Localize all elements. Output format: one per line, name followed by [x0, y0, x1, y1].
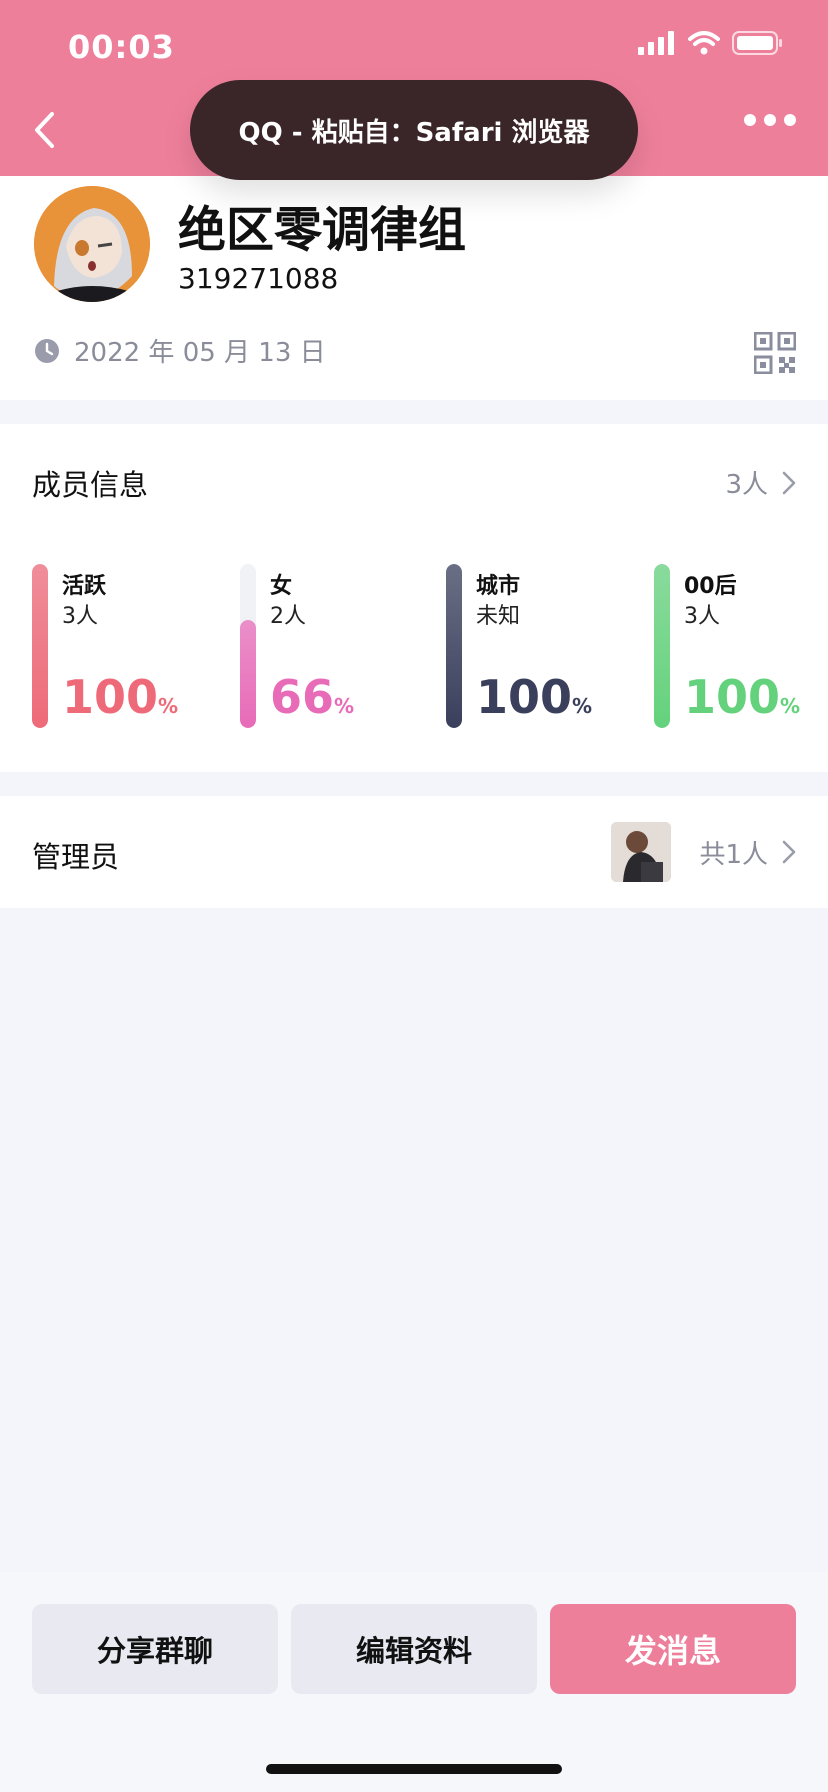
bottom-action-bar: 分享群聊 编辑资料 发消息	[0, 1572, 828, 1792]
member-info-card[interactable]: 成员信息 3人 活跃 3人 100% 女 2人 66% 城市 未知 100% 0…	[0, 424, 828, 772]
group-avatar[interactable]	[34, 186, 150, 302]
chevron-right-icon	[782, 471, 796, 494]
signal-icon	[638, 31, 674, 55]
chevron-left-icon	[35, 112, 54, 148]
stat-sub: 3人	[684, 604, 720, 629]
stat-label: 活跃	[62, 574, 107, 599]
wifi-icon	[688, 31, 720, 55]
stat-bar	[654, 564, 670, 728]
more-dot-icon	[764, 114, 776, 126]
stat-sub: 3人	[62, 604, 98, 629]
stat-bar-fill	[240, 619, 256, 728]
stat-label: 00后	[684, 574, 737, 599]
battery-icon	[732, 31, 782, 55]
stat-bar	[32, 564, 48, 728]
stat-active: 活跃 3人 100%	[32, 564, 212, 728]
status-time: 00:03	[68, 28, 175, 66]
stat-bar	[240, 564, 256, 728]
stat-female: 女 2人 66%	[240, 564, 420, 728]
group-id: 319271088	[178, 262, 339, 295]
stat-bar-fill	[446, 564, 462, 728]
more-dot-icon	[744, 114, 756, 126]
clock-icon	[35, 338, 59, 363]
qr-code-button[interactable]	[753, 331, 797, 378]
share-group-button[interactable]: 分享群聊	[32, 1604, 278, 1694]
stat-city: 城市 未知 100%	[446, 564, 626, 728]
back-button[interactable]	[32, 110, 56, 154]
created-date: 2022 年 05 月 13 日	[74, 338, 326, 368]
status-icons	[638, 30, 784, 56]
stat-label: 女	[270, 574, 293, 599]
group-profile-card: 绝区零调律组 319271088 2022 年 05 月 13 日	[0, 176, 828, 400]
qr-code-icon	[753, 331, 797, 375]
admin-avatar	[611, 822, 672, 882]
stat-percent: 100%	[684, 670, 801, 724]
chevron-right-icon	[782, 840, 796, 864]
stat-sub: 未知	[476, 604, 521, 629]
admin-avatar-illustration	[611, 822, 672, 882]
stat-bar	[446, 564, 462, 728]
stat-sub: 2人	[270, 604, 306, 629]
admin-title: 管理员	[32, 840, 120, 874]
edit-profile-button[interactable]: 编辑资料	[291, 1604, 537, 1694]
home-indicator	[266, 1764, 562, 1774]
more-dot-icon	[784, 114, 796, 126]
admin-count: 共1人	[699, 839, 768, 870]
stat-label: 城市	[476, 574, 521, 599]
member-count-link[interactable]: 3人	[725, 464, 796, 501]
paste-toast: QQ - 粘贴自：Safari 浏览器	[190, 80, 638, 180]
stat-bar-fill	[654, 564, 670, 728]
avatar-illustration	[34, 186, 150, 302]
group-name: 绝区零调律组	[178, 202, 467, 258]
admin-link[interactable]: 共1人	[611, 822, 796, 882]
member-info-title: 成员信息	[32, 468, 149, 502]
stat-percent: 100%	[62, 670, 179, 724]
stat-bar-fill	[32, 564, 48, 728]
stat-percent: 66%	[270, 670, 355, 724]
admin-row[interactable]: 管理员 共1人	[0, 796, 828, 908]
more-button[interactable]	[744, 114, 796, 126]
send-message-button[interactable]: 发消息	[550, 1604, 796, 1694]
stat-post00: 00后 3人 100%	[654, 564, 828, 728]
stat-percent: 100%	[476, 670, 593, 724]
created-date-row: 2022 年 05 月 13 日	[34, 332, 326, 369]
member-count: 3人	[725, 470, 768, 500]
